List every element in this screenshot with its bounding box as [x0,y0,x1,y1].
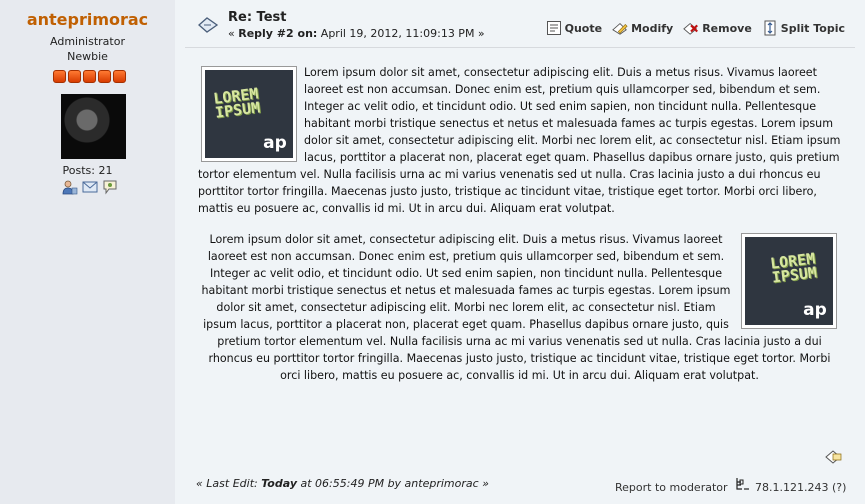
split-icon [762,20,778,36]
remove-icon [683,20,699,36]
post-subject[interactable]: Re: Test [228,10,286,25]
remove-button[interactable]: Remove [683,20,752,36]
poster-name[interactable]: anteprimorac [0,10,175,29]
reply-label[interactable]: Reply #2 on: [238,27,317,40]
last-edit: « Last Edit: Today at 06:55:49 PM by ant… [196,477,489,490]
reply-prefix: « [228,27,239,40]
contact-icons [62,179,118,195]
post-image[interactable]: LOREM IPSUM ap [201,66,297,162]
quote-label: Quote [564,21,603,35]
star-icon [83,70,96,83]
star-icon [68,70,81,83]
lorem-ipsum-logo: LOREM IPSUM ap [205,70,293,158]
report-icon[interactable] [825,448,843,464]
ip-info: 78.1.121.243 (?) [735,477,846,496]
split-label: Split Topic [780,21,845,35]
last-edit-rest: at 06:55:49 PM by anteprimorac » [297,477,489,490]
quote-icon [546,20,562,36]
rank-stars [53,70,126,83]
modify-button[interactable]: Modify [612,20,673,36]
paragraph-2: LOREM IPSUM ap Lorem ipsum dolor sit ame… [198,231,841,384]
profile-icon[interactable] [62,179,78,195]
poster-rank: Newbie [67,50,108,63]
lorem-ipsum-logo: LOREM IPSUM ap [745,237,833,325]
post-image[interactable]: LOREM IPSUM ap [741,233,837,329]
reply-date: April 19, 2012, 11:09:13 PM » [317,27,485,40]
avatar [61,94,126,159]
ip-address[interactable]: 78.1.121.243 (?) [755,481,846,494]
personal-message-icon[interactable] [102,179,118,195]
poster-sidebar: anteprimorac Administrator Newbie Posts:… [0,0,175,504]
post-body: LOREM IPSUM ap Lorem ipsum dolor sit ame… [198,64,841,398]
logo-text: LOREM IPSUM [212,84,262,122]
paragraph-1: LOREM IPSUM ap Lorem ipsum dolor sit ame… [198,64,841,217]
star-icon [98,70,111,83]
post-actions: Quote Modify Remove Split Topic [546,20,845,36]
last-edit-label: Last Edit: [206,477,262,490]
split-topic-button[interactable]: Split Topic [762,20,845,36]
star-icon [113,70,126,83]
star-icon [53,70,66,83]
paragraph-2-text: Lorem ipsum dolor sit amet, consectetur … [201,233,831,382]
post-icon [197,16,219,34]
logo-text: LOREM IPSUM [769,249,818,287]
modify-label: Modify [631,21,674,35]
logo-mark: ap [263,133,287,153]
post-header: Re: Test « Reply #2 on: April 19, 2012, … [185,0,855,48]
logo-mark: ap [803,300,827,320]
last-edit-day: Today [261,477,297,490]
quote-button[interactable]: Quote [546,20,602,36]
poster-group: Administrator [50,35,125,48]
modify-icon [612,20,628,36]
remove-label: Remove [702,21,752,35]
post-footer: « Last Edit: Today at 06:55:49 PM by ant… [185,468,865,504]
ip-icon [735,477,751,496]
report-to-moderator-link[interactable]: Report to moderator [615,481,728,494]
post-area: Re: Test « Reply #2 on: April 19, 2012, … [185,0,865,504]
post-count: Posts: 21 [62,164,113,177]
reply-info: « Reply #2 on: April 19, 2012, 11:09:13 … [228,27,485,40]
email-icon[interactable] [82,179,98,195]
last-edit-prefix: « [196,477,207,490]
